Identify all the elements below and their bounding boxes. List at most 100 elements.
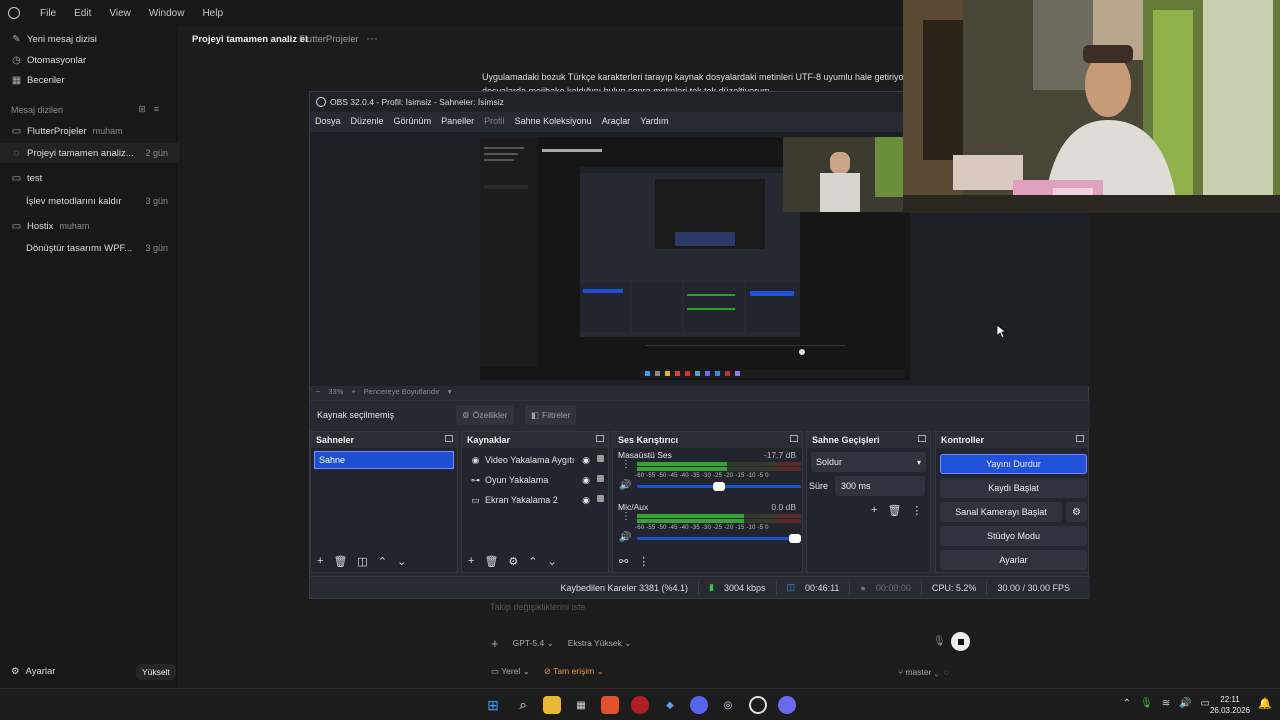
scene-item[interactable]: Sahne <box>314 451 454 469</box>
start-icon[interactable]: ⊞ <box>484 696 502 714</box>
obs-menu-profile[interactable]: Profil <box>484 116 505 126</box>
more-options-icon[interactable]: ⋮ <box>621 460 631 470</box>
undock-icon[interactable] <box>1076 435 1084 442</box>
menu-window[interactable]: Window <box>149 8 185 19</box>
project-flutterprojeler[interactable]: ▭ FlutterProjeler muham <box>0 121 180 141</box>
more-options-icon[interactable]: ⋮ <box>621 512 631 522</box>
menu-help[interactable]: Help <box>202 8 223 19</box>
dev-tool-icon[interactable]: ◆ <box>661 696 679 714</box>
model-select[interactable]: GPT-5.4 ⌄ <box>513 638 554 649</box>
stop-streaming-button[interactable]: Yayını Durdur <box>940 454 1087 474</box>
access-select[interactable]: ⊘ Tam erişim ⌄ <box>544 666 604 677</box>
sidebar-skills[interactable]: ▦ Beceriler <box>0 70 180 90</box>
add-icon[interactable]: + <box>871 504 877 517</box>
chat-app-icon[interactable] <box>778 696 796 714</box>
wifi-icon[interactable]: ≋ <box>1162 698 1170 709</box>
settings-button[interactable]: ⚙ Ayarlar <box>11 666 55 677</box>
obs-menu-scene-collection[interactable]: Sahne Koleksiyonu <box>515 116 592 126</box>
obs-menu-help[interactable]: Yardım <box>640 116 668 126</box>
move-down-icon[interactable]: ⌄ <box>397 555 406 568</box>
undock-icon[interactable] <box>445 435 453 442</box>
volume-icon[interactable]: 🔊 <box>1179 698 1191 709</box>
app-icon[interactable] <box>631 696 649 714</box>
composer-input[interactable]: Takip değişikliklerini iste <box>490 602 586 612</box>
link-icon[interactable]: ⚯ <box>619 555 628 568</box>
visibility-icon[interactable]: ◉ <box>582 455 590 466</box>
undock-icon[interactable] <box>918 435 926 442</box>
menu-file[interactable]: File <box>40 8 56 19</box>
filter-icon[interactable]: ◫ <box>357 555 367 568</box>
obs-menu-file[interactable]: Dosya <box>315 116 341 126</box>
undock-icon[interactable] <box>790 435 798 442</box>
brave-browser-icon[interactable] <box>601 696 619 714</box>
lock-icon[interactable] <box>597 475 604 482</box>
undock-icon[interactable] <box>596 435 604 442</box>
duration-input[interactable]: 300 ms <box>835 476 925 496</box>
more-options-icon[interactable]: ⋮ <box>638 555 649 568</box>
trash-icon[interactable]: 🗑 <box>333 555 347 568</box>
file-explorer-icon[interactable] <box>543 696 561 714</box>
source-item[interactable]: ◉ Video Yakalama Aygıtı ◉ <box>462 450 608 470</box>
thread-item[interactable]: İşlev metodlarını kaldır 3 gün <box>0 191 180 211</box>
battery-icon[interactable]: ▭ <box>1201 698 1210 709</box>
steam-icon[interactable]: ◎ <box>719 696 737 714</box>
slider-knob[interactable] <box>713 482 725 491</box>
lock-icon[interactable] <box>597 455 604 462</box>
effort-select[interactable]: Ekstra Yüksek ⌄ <box>568 638 632 649</box>
upgrade-button[interactable]: Yükselt <box>136 664 176 680</box>
project-hostix[interactable]: ▭ Hostix muham <box>0 216 180 236</box>
move-up-icon[interactable]: ⌃ <box>378 555 387 568</box>
branch-select[interactable]: ⑂ master ⌄ ◌ <box>898 667 949 677</box>
gear-icon[interactable]: ⚙ <box>1066 502 1087 522</box>
obs-menu-docks[interactable]: Paneller <box>441 116 474 126</box>
move-up-icon[interactable]: ⌃ <box>528 555 537 568</box>
environment-select[interactable]: ▭ Yerel ⌄ <box>491 666 530 677</box>
zoom-out-button[interactable]: − <box>316 387 320 396</box>
add-attachment-icon[interactable]: + <box>491 636 499 651</box>
chevron-down-icon[interactable]: ▾ <box>448 387 452 396</box>
trash-icon[interactable]: 🗑 <box>484 555 498 568</box>
visibility-icon[interactable]: ◉ <box>582 495 590 506</box>
more-options-icon[interactable]: ··· <box>366 31 378 45</box>
folder-add-icon[interactable]: ⊞≡ <box>138 104 167 115</box>
settings-button[interactable]: Ayarlar <box>940 550 1087 570</box>
visibility-icon[interactable]: ◉ <box>582 475 590 486</box>
chevron-up-icon[interactable]: ⌃ <box>1123 698 1131 709</box>
add-icon[interactable]: + <box>317 555 323 567</box>
studio-mode-button[interactable]: Stüdyo Modu <box>940 526 1087 546</box>
thread-item[interactable]: ◌ Projeyi tamamen analiz... 2 gün <box>0 143 180 163</box>
thread-item[interactable]: Dönüştür tasarımı WPF... 3 gün <box>0 238 180 258</box>
discord-icon[interactable] <box>690 696 708 714</box>
store-icon[interactable]: ▦ <box>572 696 590 714</box>
slider-knob[interactable] <box>789 534 801 543</box>
sidebar-automations[interactable]: ◷ Otomasyonlar <box>0 50 180 70</box>
obs-icon[interactable] <box>749 696 767 714</box>
microphone-icon[interactable]: 🎙 <box>1140 698 1153 709</box>
speaker-icon[interactable]: 🔊 <box>619 480 631 491</box>
microphone-icon[interactable]: 🎙 <box>933 636 946 647</box>
fit-window-label[interactable]: Pencereye Boyutlandır <box>364 387 440 396</box>
add-icon[interactable]: + <box>468 555 474 567</box>
trash-icon[interactable]: 🗑 <box>887 504 901 517</box>
stop-button[interactable] <box>951 632 970 651</box>
start-recording-button[interactable]: Kaydı Başlat <box>940 478 1087 498</box>
transition-select[interactable]: Soldur ▾ <box>811 452 926 472</box>
thread-project[interactable]: FlutterProjeler <box>299 34 359 45</box>
notification-icon[interactable]: 🔔 <box>1258 697 1272 710</box>
obs-menu-edit[interactable]: Düzenle <box>351 116 384 126</box>
start-virtual-camera-button[interactable]: Sanal Kamerayı Başlat <box>940 502 1062 522</box>
obs-menu-tools[interactable]: Araçlar <box>602 116 631 126</box>
search-icon[interactable]: ⌕ <box>514 696 532 714</box>
sidebar-new-thread[interactable]: ✎ Yeni mesaj dizisi <box>0 29 180 49</box>
lock-icon[interactable] <box>597 495 604 502</box>
volume-slider[interactable] <box>637 534 801 543</box>
menu-view[interactable]: View <box>109 8 131 19</box>
source-item[interactable]: ▭ Ekran Yakalama 2 ◉ <box>462 490 608 510</box>
project-test[interactable]: ▭ test <box>0 168 180 188</box>
more-options-icon[interactable]: ⋮ <box>911 504 922 517</box>
move-down-icon[interactable]: ⌄ <box>548 555 557 568</box>
volume-slider[interactable] <box>637 482 801 491</box>
obs-menu-view[interactable]: Görünüm <box>394 116 432 126</box>
gear-icon[interactable]: ⚙ <box>508 555 518 568</box>
speaker-icon[interactable]: 🔊 <box>619 532 631 543</box>
